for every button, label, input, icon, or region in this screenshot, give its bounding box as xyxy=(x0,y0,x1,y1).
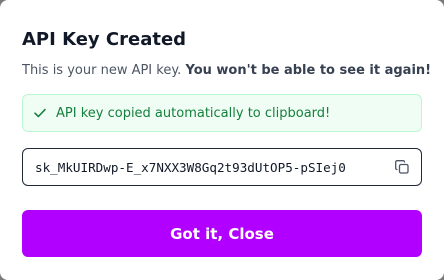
copy-button[interactable] xyxy=(393,158,411,176)
dialog-description: This is your new API key. You won't be a… xyxy=(22,62,431,80)
api-key-dialog: API Key Created This is your new API key… xyxy=(0,0,444,280)
description-warning: You won't be able to see it again! xyxy=(185,63,432,78)
api-key-input[interactable] xyxy=(23,149,399,185)
dialog-title: API Key Created xyxy=(22,29,187,50)
success-alert: API key copied automatically to clipboar… xyxy=(22,94,422,132)
copy-icon xyxy=(394,159,410,175)
api-key-field xyxy=(22,148,422,186)
description-text: This is your new API key. xyxy=(22,63,182,78)
close-button[interactable]: Got it, Close xyxy=(22,210,422,257)
check-icon xyxy=(33,106,47,120)
success-message: API key copied automatically to clipboar… xyxy=(56,105,331,121)
